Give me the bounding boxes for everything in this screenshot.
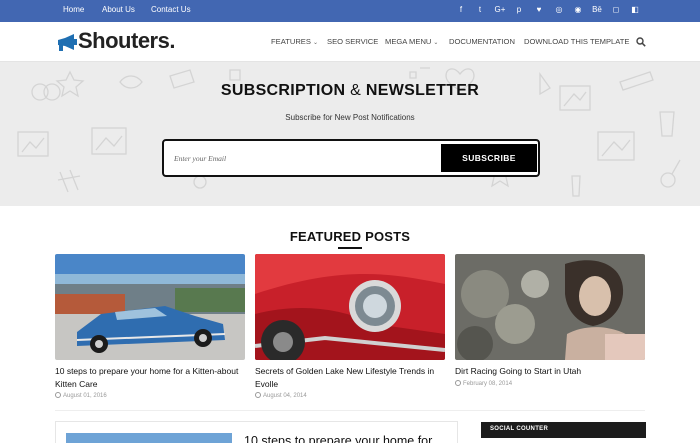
clock-icon — [455, 380, 461, 386]
post-thumbnail-woman[interactable] — [455, 254, 645, 360]
nav-mega-menu-label: MEGA MENU — [385, 37, 432, 46]
subscription-title: SUBSCRIPTION & NEWSLETTER — [0, 82, 700, 100]
logo-text: Shouters. — [78, 28, 175, 53]
twitter-icon[interactable]: t — [474, 4, 486, 16]
delicious-icon[interactable]: ◧ — [629, 4, 641, 16]
megaphone-icon — [58, 34, 77, 51]
post-date-text: August 01, 2016 — [63, 393, 107, 399]
nav-mega-menu[interactable]: MEGA MENU ⌄ — [385, 37, 438, 46]
dribbble-icon[interactable]: ◎ — [553, 4, 565, 16]
heart-icon[interactable]: ♥ — [533, 4, 545, 16]
title-amp: & — [350, 82, 362, 99]
top-bar: Home About Us Contact Us f t G+ p ♥ ◎ ◉ … — [0, 0, 700, 22]
post-card-title[interactable]: 10 steps to prepare your home for — [244, 434, 432, 443]
post-title[interactable]: 10 steps to prepare your home for a Kitt… — [55, 365, 245, 390]
post-date: August 01, 2016 — [55, 392, 107, 399]
subscription-subtitle: Subscribe for New Post Notifications — [285, 113, 415, 122]
top-link-contact-us[interactable]: Contact Us — [151, 5, 191, 14]
post-thumbnail-car-blue[interactable] — [55, 254, 245, 360]
clock-icon — [255, 392, 261, 398]
post-date: February 08, 2014 — [455, 380, 512, 387]
chevron-down-icon: ⌄ — [433, 40, 439, 46]
heading-underline — [338, 247, 362, 249]
pinterest-icon[interactable]: p — [513, 4, 525, 16]
social-counter-label: SOCIAL COUNTER — [490, 426, 549, 432]
post-card[interactable]: 10 steps to prepare your home for — [55, 421, 458, 443]
behance-icon[interactable]: Bē — [590, 4, 604, 16]
subscribe-form: SUBSCRIBE — [162, 139, 540, 177]
nav-features[interactable]: FEATURES ⌄ — [271, 37, 318, 46]
post-card-thumbnail[interactable] — [66, 433, 232, 443]
top-link-home[interactable]: Home — [63, 5, 84, 14]
search-icon[interactable] — [636, 37, 646, 47]
instagram-icon[interactable]: ◻ — [610, 4, 622, 16]
post-title[interactable]: Secrets of Golden Lake New Lifestyle Tre… — [255, 365, 445, 390]
post-date: August 04, 2014 — [255, 392, 307, 399]
featured-posts-heading: FEATURED POSTS — [289, 229, 411, 244]
top-link-about-us[interactable]: About Us — [102, 5, 135, 14]
subscription-band: SUBSCRIPTION & NEWSLETTER Subscribe for … — [0, 62, 700, 206]
email-field[interactable] — [174, 151, 424, 165]
subscribe-button[interactable]: SUBSCRIBE — [441, 144, 537, 172]
social-counter-widget: SOCIAL COUNTER — [481, 422, 646, 438]
facebook-icon[interactable]: f — [455, 4, 467, 16]
post-date-text: August 04, 2014 — [263, 393, 307, 399]
title-part-b: NEWSLETTER — [365, 82, 480, 99]
nav-download-template[interactable]: DOWNLOAD THIS TEMPLATE — [524, 37, 630, 46]
post-thumbnail-car-red[interactable] — [255, 254, 445, 360]
nav-documentation[interactable]: DOCUMENTATION — [449, 37, 515, 46]
post-date-text: February 08, 2014 — [463, 381, 513, 387]
post-title[interactable]: Dirt Racing Going to Start in Utah — [455, 365, 645, 378]
clock-icon — [55, 392, 61, 398]
nav-seo-service[interactable]: SEO SERVICE — [327, 37, 378, 46]
site-header: Shouters. FEATURES ⌄ SEO SERVICE MEGA MEN… — [0, 22, 700, 62]
nav-features-label: FEATURES — [271, 37, 311, 46]
title-part-a: SUBSCRIPTION — [220, 82, 346, 99]
google-plus-icon[interactable]: G+ — [493, 4, 507, 16]
chevron-down-icon: ⌄ — [312, 40, 318, 46]
section-divider — [55, 410, 645, 411]
rss-icon[interactable]: ◉ — [572, 4, 584, 16]
